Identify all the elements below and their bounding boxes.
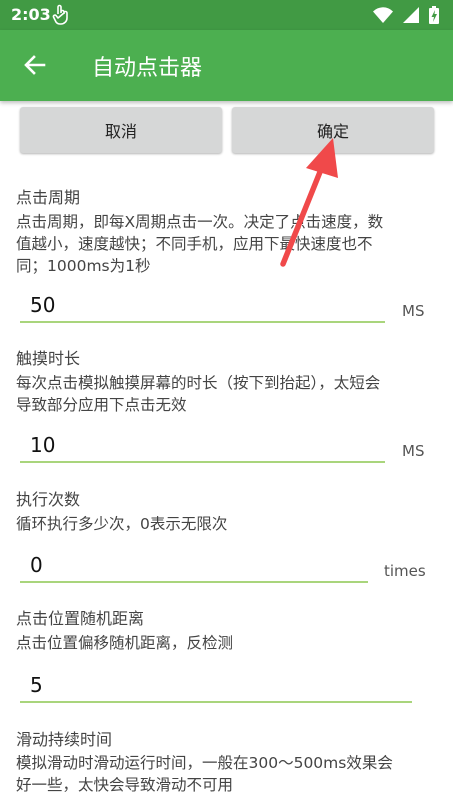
- random-offset-value: 5: [30, 673, 43, 697]
- touch-duration-desc: 每次点击模拟触摸屏幕的时长（按下到抬起），太短会 导致部分应用下点击无效: [16, 374, 381, 414]
- status-time: 2:03: [11, 5, 51, 24]
- status-bar: 2:03: [0, 0, 453, 30]
- cancel-button[interactable]: 取消: [20, 107, 222, 153]
- app-bar: 自动点击器: [0, 30, 453, 101]
- touch-duration-title: 触摸时长: [16, 349, 81, 368]
- click-interval-title: 点击周期: [16, 188, 81, 207]
- swipe-duration-title: 滑动持续时间: [16, 730, 113, 749]
- app-title: 自动点击器: [92, 56, 203, 81]
- touch-duration-unit: MS: [402, 442, 425, 460]
- battery-icon: [429, 6, 439, 24]
- back-arrow-icon[interactable]: [22, 52, 48, 78]
- touch-icon: [52, 4, 68, 25]
- repeat-count-input[interactable]: 0: [20, 545, 368, 583]
- repeat-count-desc: 循环执行多少次，0表示无限次: [16, 515, 228, 533]
- touch-duration-value: 10: [30, 433, 56, 457]
- signal-icon: [403, 7, 419, 23]
- wifi-icon: [373, 7, 393, 23]
- click-interval-value: 50: [30, 293, 56, 317]
- click-interval-unit: MS: [402, 302, 425, 320]
- touch-duration-input[interactable]: 10: [20, 425, 385, 463]
- repeat-count-unit: times: [384, 562, 426, 580]
- swipe-duration-desc: 模拟滑动时滑动运行时间，一般在300～500ms效果会 好一些，太快会导致滑动不…: [16, 754, 393, 794]
- random-offset-title: 点击位置随机距离: [16, 609, 145, 628]
- random-offset-desc: 点击位置偏移随机距离，反检测: [16, 634, 234, 652]
- random-offset-input[interactable]: 5: [20, 665, 412, 703]
- repeat-count-title: 执行次数: [16, 490, 81, 509]
- click-interval-input[interactable]: 50: [20, 285, 385, 323]
- annotation-arrow-icon: [280, 138, 338, 267]
- click-interval-desc: 点击周期，即每X周期点击一次。决定了点击速度，数 值越小，速度越快；不同手机，应…: [16, 213, 384, 275]
- repeat-count-value: 0: [30, 553, 43, 577]
